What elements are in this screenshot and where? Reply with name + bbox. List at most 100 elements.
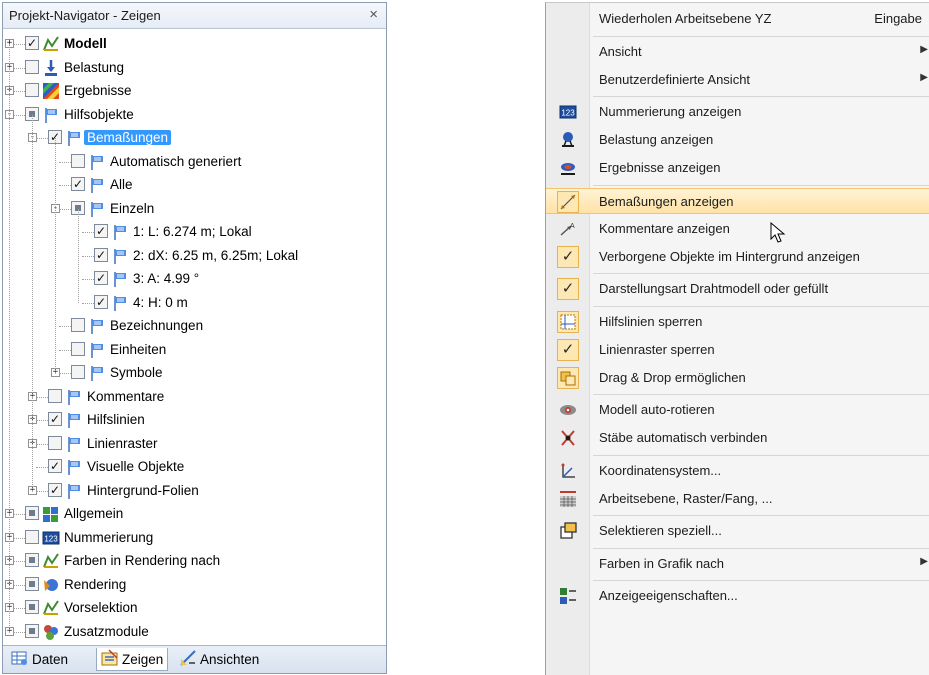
tree-node-einzeln[interactable]: - Einzeln xyxy=(3,198,386,220)
tree-checkbox[interactable]: ✓ xyxy=(94,271,108,285)
tree-node-dim4[interactable]: ✓ 4: H: 0 m xyxy=(3,292,386,314)
load-icon xyxy=(42,59,60,77)
tree-node-modell[interactable]: + ✓ Modell xyxy=(3,33,386,55)
tree-node-automatisch[interactable]: Automatisch generiert xyxy=(3,151,386,173)
flag-icon xyxy=(111,294,129,312)
properties-icon xyxy=(559,587,577,605)
tab-zeigen[interactable]: Zeigen xyxy=(96,648,169,671)
menu-item-label: Verborgene Objekte im Hintergrund anzeig… xyxy=(599,248,860,264)
menu-item-29[interactable]: Anzeigeeigenschaften... xyxy=(546,583,929,609)
tree-node-dim3[interactable]: ✓ 3: A: 4.99 ° xyxy=(3,268,386,290)
tree-connector xyxy=(13,537,25,539)
tree-connector xyxy=(82,255,94,257)
submenu-arrow-icon: ▶ xyxy=(920,71,928,83)
menu-item-6[interactable]: Belastung anzeigen xyxy=(546,127,929,153)
flag-icon xyxy=(88,176,106,194)
model-icon xyxy=(42,599,60,617)
tree-checkbox[interactable] xyxy=(25,529,39,544)
menu-separator xyxy=(593,547,929,549)
menu-item-27[interactable]: Farben in Grafik nach ▶ xyxy=(546,551,929,577)
menu-item-25[interactable]: Selektieren speziell... xyxy=(546,518,929,544)
tree-checkbox[interactable]: ✓ xyxy=(48,459,62,473)
tree-checkbox[interactable]: ✓ xyxy=(48,412,62,426)
tree-checkbox[interactable] xyxy=(25,576,39,591)
tree-checkbox[interactable] xyxy=(25,59,39,74)
tree-checkbox[interactable]: ✓ xyxy=(25,36,39,50)
tree-node-farben[interactable]: + Farben in Rendering nach xyxy=(3,550,386,572)
tree-checkbox[interactable] xyxy=(71,318,85,332)
tree-node-label: Farben in Rendering nach xyxy=(64,553,221,568)
submenu-arrow-icon: ▶ xyxy=(920,555,928,567)
tree-checkbox[interactable] xyxy=(25,83,39,97)
tree-node-label: Zusatzmodule xyxy=(64,623,149,639)
data-icon xyxy=(11,649,29,670)
tree-node-hilfslinien[interactable]: + ✓ Hilfslinien xyxy=(3,409,386,431)
tree-connector xyxy=(13,631,25,633)
tree-checkbox[interactable] xyxy=(71,365,85,379)
comment-icon: A xyxy=(559,220,577,238)
tree-node-dim2[interactable]: ✓ 2: dX: 6.25 m, 6.25m; Lokal xyxy=(3,245,386,267)
tree-node-bemassungen[interactable]: - ✓ Bemaßungen xyxy=(3,127,386,149)
tree-node-nummerierung[interactable]: +123 Nummerierung xyxy=(3,527,386,549)
menu-item-15[interactable]: Hilfslinien sperren xyxy=(546,309,929,335)
tree-node-alle[interactable]: ✓ Alle xyxy=(3,174,386,196)
menu-item-17[interactable]: Drag & Drop ermöglichen xyxy=(546,365,929,391)
tree-node-zusatzmodule[interactable]: + Zusatzmodule xyxy=(3,621,386,643)
tree-node-belastung[interactable]: + Belastung xyxy=(3,57,386,79)
tree-node-hintergrund[interactable]: + ✓ Hintergrund-Folien xyxy=(3,480,386,502)
tree-node-kommentare[interactable]: + Kommentare xyxy=(3,386,386,408)
tab-daten[interactable]: Daten xyxy=(7,648,72,671)
menu-item-7[interactable]: Ergebnisse anzeigen xyxy=(546,155,929,181)
navigator-tree: + ✓ Modell + Belastung + Ergebnisse - Hilfsobjek… xyxy=(3,31,386,643)
tree-checkbox[interactable] xyxy=(48,435,62,450)
tree-node-einheiten[interactable]: Einheiten xyxy=(3,339,386,361)
tree-node-label: Hilfsobjekte xyxy=(64,106,134,122)
tree-node-bezeichnungen[interactable]: Bezeichnungen xyxy=(3,315,386,337)
tree-checkbox[interactable] xyxy=(25,623,39,638)
menu-item-10[interactable]: A Kommentare anzeigen xyxy=(546,216,929,242)
menu-item-3[interactable]: Benutzerdefinierte Ansicht ▶ xyxy=(546,67,929,93)
tree-node-linienraster[interactable]: + Linienraster xyxy=(3,433,386,455)
tree-checkbox[interactable] xyxy=(25,506,39,520)
tree-node-allgemein[interactable]: + Allgemein xyxy=(3,503,386,525)
tree-node-label: 3: A: 4.99 ° xyxy=(133,271,200,286)
tree-checkbox[interactable]: ✓ xyxy=(71,177,85,191)
menu-item-16[interactable]: ✓ Linienraster sperren xyxy=(546,337,929,363)
tree-checkbox[interactable] xyxy=(71,341,85,356)
tree-node-label: Rendering xyxy=(64,576,127,592)
tree-connector xyxy=(82,232,94,233)
tree-node-visuelle[interactable]: ✓ Visuelle Objekte xyxy=(3,456,386,478)
menu-item-0[interactable]: Wiederholen Arbeitsebene YZ Eingabe xyxy=(546,6,929,32)
menu-item-20[interactable]: Stäbe automatisch verbinden xyxy=(546,425,929,451)
tree-checkbox[interactable] xyxy=(71,153,85,168)
menu-item-9[interactable]: Bemaßungen anzeigen xyxy=(546,187,929,214)
tab-ansichten[interactable]: Ansichten xyxy=(175,648,263,671)
close-icon[interactable]: × xyxy=(369,6,378,23)
tree-node-symbole[interactable]: + Symbole xyxy=(3,362,386,384)
tree-checkbox[interactable]: ✓ xyxy=(48,482,62,497)
select-icon xyxy=(559,522,577,540)
tree-checkbox[interactable] xyxy=(25,553,39,567)
tree-node-rendering[interactable]: + Rendering xyxy=(3,574,386,596)
menu-item-13[interactable]: ✓ Darstellungsart Drahtmodell oder gefüll… xyxy=(546,276,929,302)
tree-node-ergebnisse[interactable]: + Ergebnisse xyxy=(3,80,386,102)
menu-separator xyxy=(593,35,929,37)
tree-node-vorselektion[interactable]: + Vorselektion xyxy=(3,597,386,619)
tree-node-dim1[interactable]: ✓ 1: L: 6.274 m; Lokal xyxy=(3,221,386,243)
menu-item-22[interactable]: Koordinatensystem... xyxy=(546,458,929,484)
menu-item-11[interactable]: ✓ Verborgene Objekte im Hintergrund anzei… xyxy=(546,244,929,270)
tree-checkbox[interactable] xyxy=(25,600,39,614)
tree-node-hilfsobjekte[interactable]: - Hilfsobjekte xyxy=(3,104,386,126)
menu-item-23[interactable]: Arbeitsebene, Raster/Fang, ... xyxy=(546,486,929,512)
tab-label: Daten xyxy=(32,652,69,667)
tree-checkbox[interactable] xyxy=(48,388,62,403)
tree-checkbox[interactable]: ✓ xyxy=(94,224,108,238)
tree-checkbox[interactable]: ✓ xyxy=(94,247,108,262)
tree-node-label: Ergebnisse xyxy=(64,83,132,98)
menu-item-5[interactable]: 123 Nummerierung anzeigen xyxy=(546,99,929,125)
flag-icon xyxy=(65,435,83,453)
views-icon xyxy=(179,649,197,670)
menu-item-2[interactable]: Ansicht ▶ xyxy=(546,39,929,65)
menu-item-19[interactable]: Modell auto-rotieren xyxy=(546,397,929,423)
tree-checkbox[interactable]: ✓ xyxy=(94,294,108,309)
